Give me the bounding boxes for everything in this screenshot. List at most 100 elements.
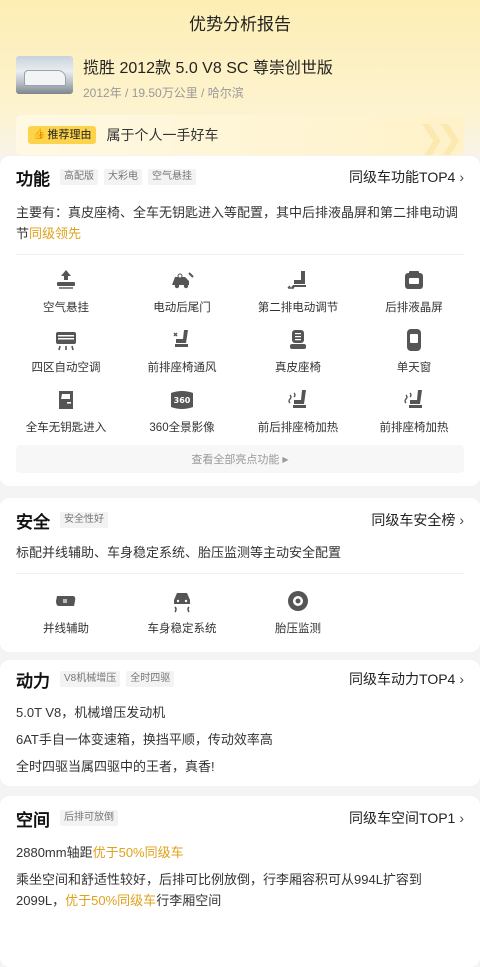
function-desc-highlight: 同级领先 [29,226,82,241]
function-feature-grid: 空气悬挂 电动后尾门 第二排电动调节 后排液晶屏 四区自动空调 前排座椅通风 真… [0,261,480,441]
feature-single-sunroof[interactable]: 单天窗 [356,321,472,381]
space-title: 空间 [16,810,50,830]
side-mirror-icon [56,596,76,606]
feature-leather-seats[interactable]: 真皮座椅 [240,321,356,381]
car-meta: 2012年 / 19.50万公里 / 哈尔滨 [83,86,244,100]
chevron-right-icon: › [459,512,464,528]
function-description: 主要有：真皮座椅、全车无钥匙进入等配置，其中后排液晶屏和第二排电动调节同级领先 [0,202,480,244]
feature-label: 前排座椅通风 [147,362,217,374]
power-badge: 全时四驱 [126,671,175,687]
view-all-features-button[interactable]: 查看全部亮点功能 ▶ [16,445,464,473]
space-rank-label: 同级车空间TOP1 [349,810,456,826]
divider [16,573,464,574]
feature-label: 电动后尾门 [153,302,211,314]
triangle-right-icon: ▶ [282,454,289,464]
leather-seat-icon [290,330,306,349]
power-line: 6AT手自一体变速箱，换挡平顺，传动效率高 [16,732,273,747]
recommend-tag: 👍 推荐理由 [28,126,97,144]
space-badge: 后排可放倒 [60,810,118,826]
function-badge: 大彩电 [104,169,142,185]
seat-heating-icon [288,390,306,408]
safety-feature-grid: 并线辅助 车身稳定系统 胎压监测 [0,582,480,642]
space-wheelbase-highlight: 优于50%同级车 [92,845,184,860]
feature-label: 第二排电动调节 [257,302,339,314]
chevron-right-icon: › [459,810,464,826]
feature-label: 真皮座椅 [275,362,321,374]
power-line: 全时四驱当属四驱中的王者，真香! [16,759,215,774]
safety-badge: 安全性好 [60,512,108,528]
feature-label: 后排液晶屏 [385,302,443,314]
tire-icon [288,591,308,611]
feature-lane-change-assist[interactable]: 并线辅助 [8,582,124,642]
function-rank-link[interactable]: 同级车功能TOP4 › [349,167,464,187]
function-desc-text: 主要有：真皮座椅、全车无钥匙进入等配置，其中后排液晶屏和第二排电动调节 [16,205,459,241]
power-rank-label: 同级车动力TOP4 [349,671,456,687]
feature-label: 360全景影像 [149,422,215,434]
space-wheelbase-text: 2880mm轴距 [16,845,93,860]
safety-title: 安全 [16,512,50,532]
safety-rank-label: 同级车安全榜 [371,512,456,528]
divider [16,254,464,255]
feature-label: 前后排座椅加热 [257,422,339,434]
page-header: 优势分析报告 [0,0,480,44]
page-title: 优势分析报告 [189,14,291,34]
car-info: 揽胜 2012款 5.0 V8 SC 尊崇创世版 2012年 / 19.50万公… [0,44,480,101]
feature-label: 并线辅助 [43,623,89,635]
seat-adjust-icon [287,271,306,289]
power-rank-link[interactable]: 同级车动力TOP4 › [349,669,464,689]
safety-card: 安全 安全性好 同级车安全榜 › 标配并线辅助、车身稳定系统、胎压监测等主动安全… [0,498,480,652]
tailgate-icon [172,272,194,289]
svg-text:360: 360 [174,396,191,405]
feature-air-suspension[interactable]: 空气悬挂 [8,261,124,321]
panoramic-camera-icon: 360 [171,391,193,409]
power-line: 5.0T V8，机械增压发动机 [16,705,166,720]
feature-keyless-entry[interactable]: 全车无钥匙进入 [8,381,124,441]
feature-label: 四区自动空调 [31,362,101,374]
feature-label: 胎压监测 [275,623,321,635]
feature-power-tailgate[interactable]: 电动后尾门 [124,261,240,321]
feature-360-camera[interactable]: 360 360全景影像 [124,381,240,441]
car-title: 揽胜 2012款 5.0 V8 SC 尊崇创世版 [83,60,333,77]
seat-ventilation-icon [173,330,188,347]
space-line-wheelbase: 2880mm轴距优于50%同级车 [0,842,480,863]
view-all-features-label: 查看全部亮点功能 [191,454,280,466]
function-rank-label: 同级车功能TOP4 [349,169,456,185]
space-rank-link[interactable]: 同级车空间TOP1 › [349,808,464,828]
recommend-tag-label: 推荐理由 [47,129,92,141]
feature-label: 空气悬挂 [43,302,89,314]
function-card: 功能 高配版 大彩电 空气悬挂 同级车功能TOP4 › 主要有：真皮座椅、全车无… [0,156,480,486]
thumbs-up-icon: 👍 [33,129,46,140]
feature-second-row-power-adjust[interactable]: 第二排电动调节 [240,261,356,321]
safety-rank-link[interactable]: 同级车安全榜 › [371,510,464,530]
recommend-reason-text: 属于个人一手好车 [106,127,219,143]
feature-label: 单天窗 [396,362,432,374]
rear-screen-icon [405,271,423,289]
seat-heating-icon [404,390,422,408]
feature-front-seat-heating[interactable]: 前排座椅加热 [356,381,472,441]
double-chevron-decoration-icon: ❯❯ [417,120,464,155]
function-badge: 高配版 [60,169,98,185]
feature-front-seat-ventilation[interactable]: 前排座椅通风 [124,321,240,381]
stability-control-icon [174,593,190,613]
feature-label: 前排座椅加热 [379,422,449,434]
feature-stability-control[interactable]: 车身稳定系统 [124,582,240,642]
space-cabin-suffix: 行李厢空间 [156,893,222,908]
power-badge: V8机械增压 [60,671,121,687]
car-thumbnail[interactable] [16,56,73,94]
recommend-reason-bar: 👍 推荐理由 属于个人一手好车 ❯❯ [16,115,464,155]
feature-front-rear-seat-heating[interactable]: 前后排座椅加热 [240,381,356,441]
chevron-right-icon: › [459,671,464,687]
power-title: 动力 [16,671,50,691]
feature-label: 车身稳定系统 [147,623,217,635]
air-suspension-icon [57,270,75,289]
function-title: 功能 [16,169,50,189]
air-conditioner-icon [56,332,76,351]
feature-rear-lcd-screen[interactable]: 后排液晶屏 [356,261,472,321]
chevron-right-icon: › [459,169,464,185]
feature-tire-pressure-monitor[interactable]: 胎压监测 [240,582,356,642]
sunroof-icon [407,329,421,351]
safety-description: 标配并线辅助、车身稳定系统、胎压监测等主动安全配置 [16,545,342,560]
feature-four-zone-ac[interactable]: 四区自动空调 [8,321,124,381]
space-line-cabin: 乘坐空间和舒适性较好，后排可比例放倒，行李厢容积可从994L扩容到2099L，优… [0,869,480,911]
space-cabin-highlight: 优于50%同级车 [65,893,157,908]
